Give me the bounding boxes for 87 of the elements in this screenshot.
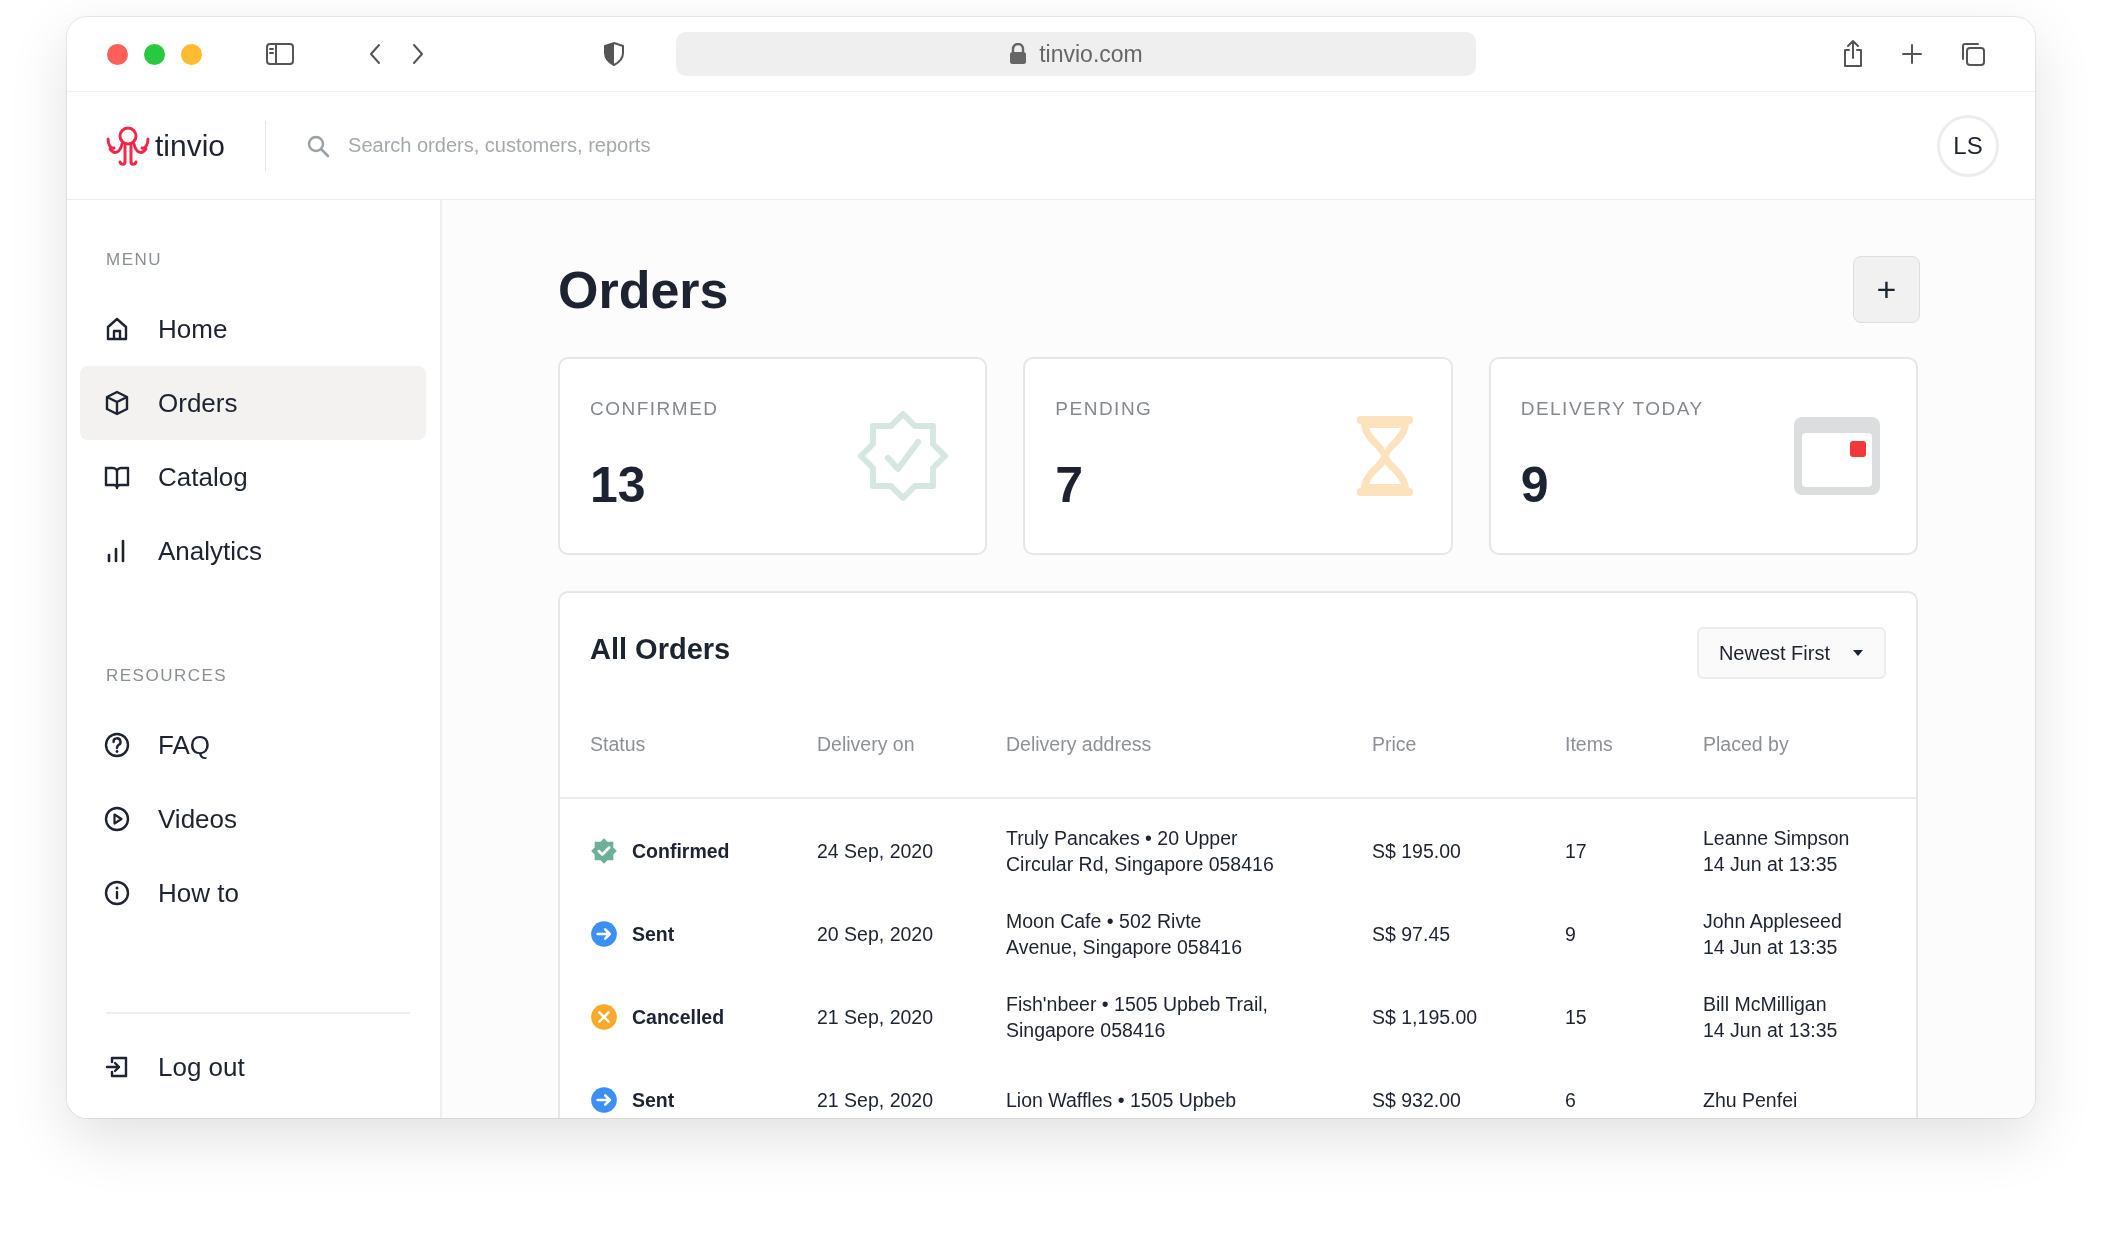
status-label: Cancelled [632, 1004, 725, 1030]
logout-icon [104, 1054, 130, 1080]
info-circle-icon [104, 880, 130, 906]
column-header: Placed by [1703, 733, 1790, 756]
table-cell-text: S$ 97.45 [1372, 921, 1452, 947]
table-cell-text: S$ 1,195.00 [1372, 1004, 1479, 1030]
status-label: Sent [632, 1087, 675, 1113]
table-cell-text: Fish'nbeer • 1505 Upbeb Trail, [1006, 991, 1270, 1017]
table-cell-text: S$ 195.00 [1372, 838, 1462, 864]
stat-value: 9 [1520, 456, 1550, 514]
new-tab-icon[interactable] [1901, 43, 1923, 65]
avatar[interactable]: LS [1937, 114, 1999, 177]
section-heading: RESOURCES [105, 666, 229, 686]
column-header: Items [1565, 733, 1614, 756]
arrow-right-circle-icon [590, 1085, 618, 1114]
badge-check-icon [857, 410, 950, 502]
add-button[interactable]: + [1853, 256, 1920, 323]
sidebar-toggle-icon[interactable] [265, 42, 295, 66]
home-icon [104, 316, 130, 342]
hourglass-icon [1354, 414, 1415, 498]
table-cell-text: Lion Waffles • 1505 Upbeb [1006, 1087, 1238, 1113]
address-bar[interactable]: tinvio.com [676, 32, 1476, 76]
sidebar-item[interactable]: Videos [80, 782, 426, 856]
question-circle-icon [104, 732, 130, 758]
search-field[interactable]: Search orders, customers, reports [346, 133, 951, 158]
table-cell-text: John Appleseed [1703, 908, 1843, 934]
column-header: Price [1372, 733, 1418, 756]
back-icon[interactable] [367, 42, 383, 66]
badge-check-icon [590, 836, 618, 865]
table-cell-text: 14 Jun at 13:35 [1703, 934, 1839, 960]
section-title: All Orders [590, 632, 731, 666]
table-cell-text: 21 Sep, 2020 [817, 1004, 935, 1030]
table-cell-text: Truly Pancakes • 20 Upper [1006, 825, 1239, 851]
stat-label: DELIVERY TODAY [1520, 398, 1704, 420]
calendar-icon [1794, 417, 1880, 495]
sidebar-item[interactable]: Home [80, 292, 426, 366]
arrow-right-circle-icon [590, 919, 618, 948]
column-header: Status [590, 733, 647, 756]
lock-icon [1009, 43, 1028, 65]
table-cell-text: Leanne Simpson [1703, 825, 1851, 851]
table-cell-text: 21 Sep, 2020 [817, 1087, 935, 1113]
play-circle-icon [104, 806, 130, 832]
stat-value: 13 [590, 456, 647, 514]
window-control-icon[interactable] [107, 43, 128, 65]
stat-label: CONFIRMED [590, 398, 719, 420]
section-heading: MENU [105, 250, 164, 270]
sidebar-item[interactable]: Log out [80, 1030, 426, 1104]
table-cell-text: 14 Jun at 13:35 [1703, 851, 1839, 877]
tabs-icon[interactable] [1959, 40, 1987, 68]
box-icon [104, 390, 130, 416]
shield-icon[interactable] [603, 41, 625, 67]
logo-text: tinvio [155, 128, 226, 163]
book-icon [104, 464, 130, 490]
table-cell-text: Zhu Penfei [1703, 1087, 1799, 1113]
table-cell-text: Moon Cafe • 502 Rivte [1006, 908, 1203, 934]
column-header: Delivery on [817, 733, 916, 756]
table-cell-text: S$ 932.00 [1372, 1087, 1462, 1113]
table-cell-text: 9 [1565, 921, 1577, 947]
table-cell-text: Bill McMilligan [1703, 991, 1828, 1017]
table-cell-text: 17 [1565, 838, 1588, 864]
stat-value: 7 [1055, 456, 1085, 514]
sidebar-item[interactable]: Orders [80, 366, 426, 440]
sidebar-item[interactable]: How to [80, 856, 426, 930]
sidebar-item[interactable]: FAQ [80, 708, 426, 782]
table-cell-text: 24 Sep, 2020 [817, 838, 935, 864]
sidebar-item[interactable]: Analytics [80, 514, 426, 588]
share-icon[interactable] [1841, 39, 1865, 69]
x-circle-icon [590, 1002, 618, 1031]
sort-dropdown[interactable]: Newest First [1696, 627, 1886, 679]
table-cell-text: 14 Jun at 13:35 [1703, 1017, 1839, 1043]
table-cell-text: 20 Sep, 2020 [817, 921, 935, 947]
sidebar-item[interactable]: Catalog [80, 440, 426, 514]
table-cell-text: Singapore 058416 [1006, 1017, 1167, 1043]
url-text: tinvio.com [1039, 40, 1143, 68]
stat-label: PENDING [1055, 398, 1153, 420]
table-cell-text: 15 [1565, 1004, 1588, 1030]
caret-down-icon [1852, 649, 1864, 657]
page-title: Orders [558, 259, 729, 320]
table-cell-text: Avenue, Singapore 058416 [1006, 934, 1243, 960]
status-label: Confirmed [632, 838, 730, 864]
forward-icon[interactable] [410, 42, 426, 66]
status-label: Sent [632, 921, 675, 947]
table-cell-text: 6 [1565, 1087, 1577, 1113]
column-header: Delivery address [1006, 733, 1153, 756]
table-cell-text: Circular Rd, Singapore 058416 [1006, 851, 1275, 877]
search-icon [306, 133, 331, 158]
octopus-logo-icon [105, 124, 151, 167]
